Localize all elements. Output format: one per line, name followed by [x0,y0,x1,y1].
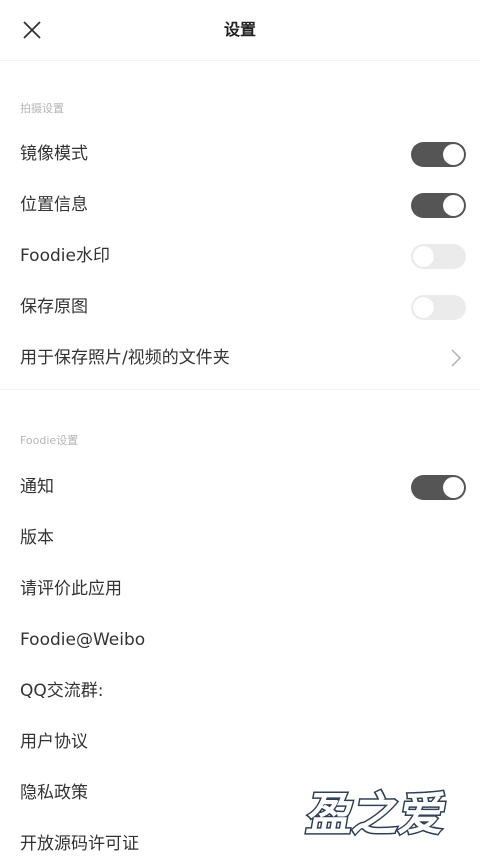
section-label-foodie: Foodie设置 [20,434,79,447]
setting-label: Foodie水印 [20,246,110,266]
toggle-knob [413,297,434,318]
section-divider [0,389,480,390]
setting-label: 开放源码许可证 [20,834,139,854]
toggle-knob [443,144,464,165]
setting-label: 隐私政策 [20,783,88,803]
section-label-capture: 拍摄设置 [20,102,64,115]
setting-row-weibo[interactable]: Foodie@Weibo [0,616,480,664]
mirror-mode-toggle[interactable] [411,142,466,167]
save-original-toggle[interactable] [411,295,466,320]
setting-label: 用户协议 [20,732,88,752]
setting-row-location: 位置信息 [0,181,480,229]
page-title: 设置 [223,20,256,39]
setting-row-mirror-mode: 镜像模式 [0,130,480,178]
setting-row-notifications: 通知 [0,463,480,511]
setting-row-rate-app[interactable]: 请评价此应用 [0,565,480,613]
setting-label: 版本 [20,528,54,548]
setting-label: 通知 [20,477,54,497]
setting-row-save-folder[interactable]: 用于保存照片/视频的文件夹 [0,334,480,382]
setting-label: QQ交流群: [20,681,104,701]
setting-row-qq-group[interactable]: QQ交流群: [0,667,480,715]
setting-label: 用于保存照片/视频的文件夹 [20,348,230,368]
setting-row-version[interactable]: 版本 [0,514,480,562]
watermark-logo: 盈之爱 [302,786,452,842]
setting-row-save-original: 保存原图 [0,283,480,331]
toggle-knob [443,477,464,498]
watermark-text: 盈之爱 [303,787,450,841]
notifications-toggle[interactable] [411,475,466,500]
watermark-toggle[interactable] [411,244,466,269]
setting-label: 位置信息 [20,195,88,215]
location-toggle[interactable] [411,193,466,218]
toggle-knob [413,246,434,267]
chevron-right-icon [451,349,462,367]
toggle-knob [443,195,464,216]
setting-row-watermark: Foodie水印 [0,232,480,280]
header-bar: 设置 [0,0,480,61]
setting-label: 保存原图 [20,297,88,317]
setting-label: Foodie@Weibo [20,630,146,650]
setting-label: 请评价此应用 [20,579,122,599]
setting-label: 镜像模式 [20,144,88,164]
setting-row-user-agreement[interactable]: 用户协议 [0,718,480,766]
